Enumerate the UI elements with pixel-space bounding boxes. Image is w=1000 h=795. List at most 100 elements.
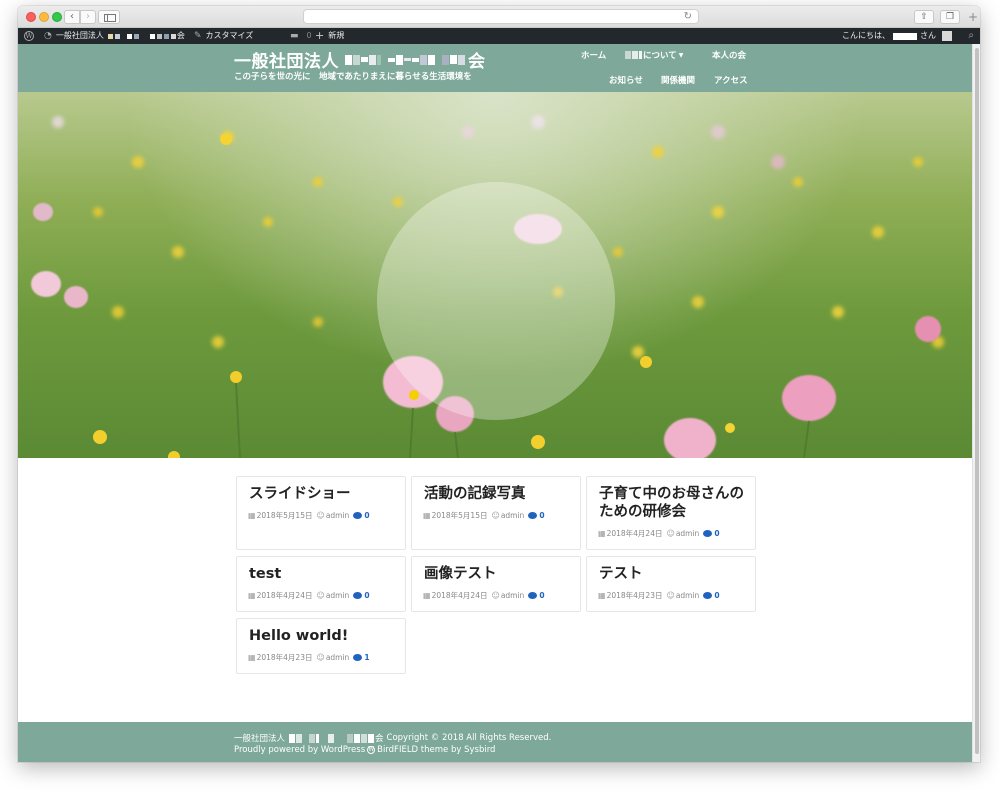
post-author-name: admin (325, 653, 350, 662)
post-comments-count: 1 (364, 653, 370, 662)
admin-bar-site-name[interactable]: ◔ 一般社団法人 会 (44, 28, 185, 44)
dashboard-icon: ◔ (44, 31, 52, 41)
post-author-name: admin (325, 591, 350, 600)
admin-bar-new[interactable]: + 新規 (315, 28, 344, 44)
comments-count: 0 (306, 31, 312, 40)
zoom-window-button[interactable] (52, 12, 62, 22)
nav-access[interactable]: アクセス (714, 74, 748, 86)
post-card[interactable]: テスト ▦ 2018年4月23日 ☺ admin 0 (586, 556, 756, 612)
post-author[interactable]: ☺ admin (666, 529, 699, 538)
calendar-icon: ▦ (423, 591, 431, 600)
post-date: 2018年5月15日 (431, 511, 488, 520)
address-bar[interactable]: ↻ (303, 9, 699, 24)
post-card[interactable]: スライドショー ▦ 2018年5月15日 ☺ admin 0 (236, 476, 406, 550)
post-date: 2018年4月24日 (606, 529, 663, 538)
page-scrollbar[interactable] (972, 44, 980, 762)
calendar-icon: ▦ (423, 511, 431, 520)
theme-link[interactable]: BirdFIELD theme by Sysbird (377, 745, 495, 755)
minimize-window-button[interactable] (39, 12, 49, 22)
wp-logo-menu[interactable]: W (24, 28, 34, 44)
calendar-icon: ▦ (248, 653, 256, 662)
user-icon: ☺ (491, 591, 500, 600)
post-comments-link[interactable]: 0 (703, 529, 720, 538)
back-button[interactable]: ‹ (64, 10, 80, 24)
footer-org-prefix: 一般社団法人 (234, 734, 286, 744)
post-date: 2018年4月23日 (606, 591, 663, 600)
plus-icon: + (315, 29, 325, 42)
post-comments-link[interactable]: 0 (528, 511, 545, 520)
comment-bubble-icon (353, 512, 363, 519)
post-comments-link[interactable]: 0 (703, 591, 720, 600)
post-author[interactable]: ☺ admin (666, 591, 699, 600)
chevron-down-icon: ▼ (678, 51, 684, 59)
post-comments-count: 0 (364, 591, 370, 600)
user-icon: ☺ (316, 591, 325, 600)
forward-button[interactable]: › (80, 10, 96, 24)
post-meta: ▦ 2018年5月15日 ☺ admin 0 (423, 510, 545, 521)
post-card[interactable]: Hello world! ▦ 2018年4月23日 ☺ admin 1 (236, 618, 406, 674)
site-title[interactable]: 一般社団法人 会 (234, 47, 486, 72)
post-author-name: admin (675, 529, 700, 538)
post-comments-link[interactable]: 1 (353, 653, 370, 662)
reload-icon[interactable]: ↻ (684, 10, 692, 24)
nav-orgs[interactable]: 関係機関 (661, 74, 695, 86)
post-author[interactable]: ☺ admin (491, 511, 524, 520)
tab-overview-icon[interactable]: ❐ (940, 10, 960, 24)
scroll-thumb[interactable] (975, 48, 979, 754)
post-comments-count: 0 (539, 511, 545, 520)
post-comments-link[interactable]: 0 (528, 591, 545, 600)
post-title[interactable]: Hello world! (249, 627, 399, 645)
avatar (942, 31, 952, 41)
post-comments-count: 0 (539, 591, 545, 600)
post-date: 2018年4月23日 (256, 653, 313, 662)
post-comments-link[interactable]: 0 (353, 511, 370, 520)
post-card[interactable]: 活動の記録写真 ▦ 2018年5月15日 ☺ admin 0 (411, 476, 581, 550)
post-card[interactable]: test ▦ 2018年4月24日 ☺ admin 0 (236, 556, 406, 612)
post-author-name: admin (325, 511, 350, 520)
nav-about[interactable]: について ▼ (625, 49, 683, 61)
new-tab-icon[interactable]: + (968, 10, 978, 24)
comment-bubble-icon (703, 592, 713, 599)
post-author[interactable]: ☺ admin (316, 591, 349, 600)
admin-bar-customize[interactable]: ✎ カスタマイズ (194, 28, 253, 44)
wordpress-link[interactable]: Proudly powered by WordPress (234, 745, 365, 755)
nav-home[interactable]: ホーム (581, 49, 606, 61)
nav-news[interactable]: お知らせ (609, 74, 643, 86)
nav-person[interactable]: 本人の会 (712, 49, 746, 61)
share-icon[interactable]: ⇧ (914, 10, 934, 24)
site-header: 一般社団法人 会 この子らを世の光に 地域であたりまえに暮らせる生活環境を ホー… (18, 44, 972, 92)
post-author[interactable]: ☺ admin (316, 653, 349, 662)
comment-bubble-icon (353, 654, 363, 661)
post-card[interactable]: 子育て中のお母さんのための研修会 ▦ 2018年4月24日 ☺ admin 0 (586, 476, 756, 550)
howdy-prefix: こんにちは、 (842, 31, 890, 40)
footer-copyright: 一般社団法人 会 Copyright © 2018 All Rights Res… (234, 732, 551, 744)
post-author-name: admin (500, 591, 525, 600)
post-comments-count: 0 (364, 511, 370, 520)
post-title[interactable]: スライドショー (249, 485, 399, 503)
close-window-button[interactable] (26, 12, 36, 22)
post-author[interactable]: ☺ admin (316, 511, 349, 520)
admin-bar-comments[interactable]: ▬ 0 (290, 28, 312, 44)
wp-admin-bar: W ◔ 一般社団法人 会 ✎ カスタマイズ ▬ 0 + 新規 こんにちは、 さん (18, 28, 980, 44)
howdy-suffix: さん (920, 31, 936, 40)
admin-bar-my-account[interactable]: こんにちは、 さん (842, 28, 952, 44)
post-comments-link[interactable]: 0 (353, 591, 370, 600)
comment-icon: ▬ (290, 31, 299, 41)
post-title[interactable]: テスト (599, 565, 749, 583)
post-meta: ▦ 2018年5月15日 ☺ admin 0 (248, 510, 370, 521)
post-title[interactable]: 子育て中のお母さんのための研修会 (599, 485, 749, 521)
hero-overlay-circle (377, 182, 615, 420)
sidebar-toggle-icon[interactable] (98, 10, 120, 24)
post-card[interactable]: 画像テスト ▦ 2018年4月24日 ☺ admin 0 (411, 556, 581, 612)
post-author[interactable]: ☺ admin (491, 591, 524, 600)
post-title[interactable]: test (249, 565, 399, 583)
post-title[interactable]: 画像テスト (424, 565, 574, 583)
search-icon[interactable]: ⌕ (968, 28, 974, 44)
site-footer: 一般社団法人 会 Copyright © 2018 All Rights Res… (18, 722, 972, 762)
browser-window: ‹ › ↻ ⇧ ❐ + W ◔ 一般社団法人 会 ✎ カスタマイズ ▬ 0 + … (18, 6, 980, 762)
post-meta: ▦ 2018年4月24日 ☺ admin 0 (598, 528, 720, 539)
calendar-icon: ▦ (248, 591, 256, 600)
user-icon: ☺ (316, 511, 325, 520)
calendar-icon: ▦ (598, 591, 606, 600)
post-title[interactable]: 活動の記録写真 (424, 485, 574, 503)
